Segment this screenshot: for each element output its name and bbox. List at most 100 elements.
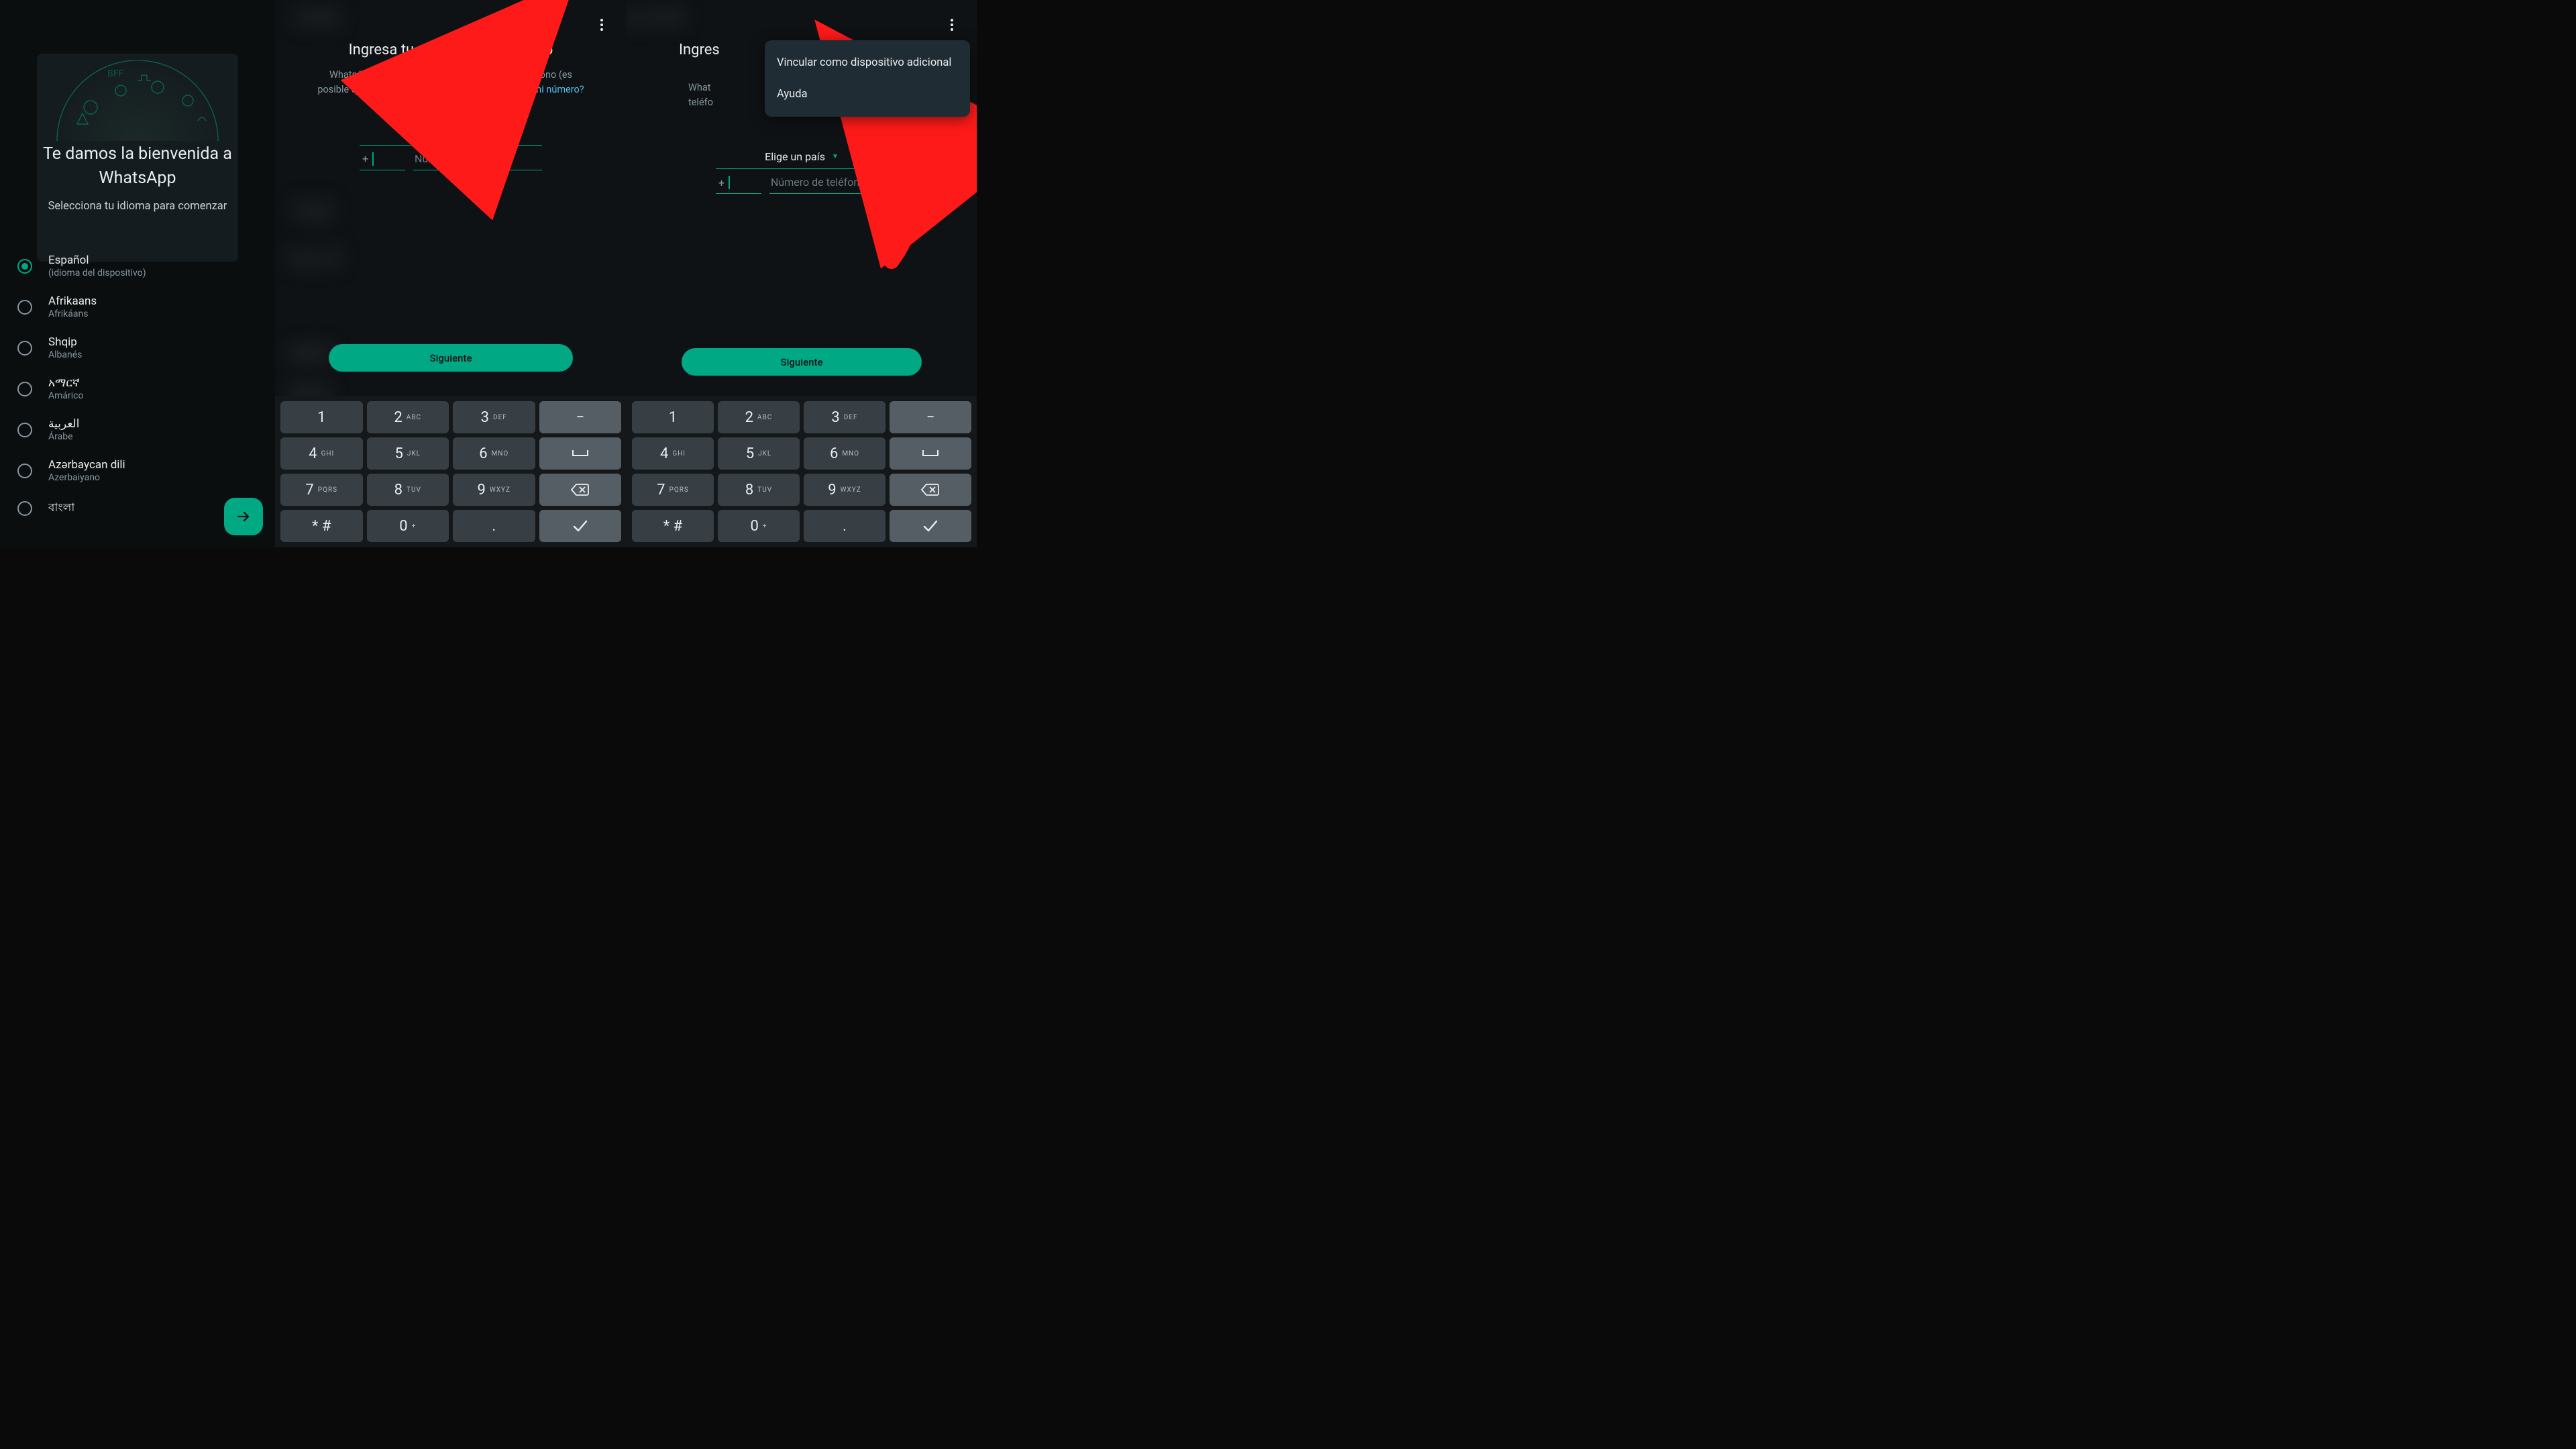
key-−[interactable]: − [539,401,622,433]
language-name: አማርኛ [48,376,84,390]
backspace-key[interactable] [890,474,971,506]
more-dot-icon [951,23,953,26]
key-* #[interactable]: * # [280,510,363,542]
key-7[interactable]: 7PQRS [632,474,714,506]
more-options-button[interactable] [943,16,961,34]
key-digit: 8 [394,482,402,498]
key-9[interactable]: 9 WXYZ [804,474,885,506]
language-option[interactable]: AfrikaansAfrikáans [0,288,275,329]
key-5[interactable]: 5JKL [718,437,800,470]
key-letters: TUV [407,486,421,494]
key-letters: DEF [844,414,858,421]
welcome-title: Te damos la bienvenida a WhatsApp [0,142,275,191]
key-digit: 3 [831,409,839,426]
next-button-label: Siguiente [430,352,472,364]
key-2[interactable]: 2 ABC [718,401,800,433]
check-key[interactable] [890,510,971,542]
key-letters: ABC [757,414,772,421]
language-native: Albanés [48,350,82,360]
key-letters: + [763,523,767,530]
language-option[interactable]: Español(idioma del dispositivo) [0,247,275,288]
key-letters: GHI [321,450,335,458]
key-3[interactable]: 3DEF [453,401,535,433]
key-letters: WXYZ [841,486,861,494]
key-.[interactable]: . [804,510,885,542]
key-.[interactable]: . [453,510,535,542]
key-0[interactable]: 0+ [718,510,800,542]
more-dot-icon [951,19,953,21]
key-8[interactable]: 8 TUV [367,474,449,506]
key-digit: 2 [394,409,402,426]
key-digit: − [576,409,584,426]
space-key[interactable] [890,437,971,470]
key-letters: TUV [757,486,772,494]
language-name: Azərbaycan dili [48,458,125,472]
page-title-partial: Ingres [627,42,720,58]
key-digit: 5 [746,445,754,462]
whatsapp-doodle-illustration: BFF [50,60,225,141]
space-icon [572,449,589,458]
arrow-right-icon [235,508,252,525]
language-name: Shqip [48,335,82,349]
key-letters: PQRS [318,486,337,494]
key-letters: GHI [672,450,686,458]
key-3[interactable]: 3 DEF [804,401,885,433]
language-option[interactable]: العربيةÁrabe [0,411,275,451]
radio-icon [17,464,32,478]
language-name: Español [48,254,146,267]
welcome-subtitle: Selecciona tu idioma para comenzar [0,200,275,213]
key-digit: 4 [309,445,317,462]
key-7[interactable]: 7PQRS [280,474,363,506]
language-name: বাংলা [48,499,74,518]
language-native: Amárico [48,390,84,401]
key-digit: . [492,518,496,535]
menu-item-link-device[interactable]: Vincular como dispositivo adicional [765,47,970,78]
radio-icon [17,259,32,274]
next-fab-button[interactable] [224,498,263,535]
key-digit: 4 [660,445,668,462]
key-2[interactable]: 2 ABC [367,401,449,433]
next-button-label: Siguiente [781,356,823,368]
enter-phone-screen: ona ñol na d aan ans p Ingresa tu n úmer… [275,0,627,547]
numeric-keypad: 1 2 ABC 3 DEF − 4 GHI 5JKL6MNO 7PQRS8TUV 9 WXYZ * #0… [627,396,977,547]
next-button[interactable]: Siguiente [329,344,573,372]
key-9[interactable]: 9WXYZ [453,474,535,506]
key-digit: 7 [657,482,665,498]
welcome-title-line2: WhatsApp [99,168,176,188]
radio-icon [17,341,32,356]
language-native: Afrikáans [48,309,97,319]
space-key[interactable] [539,437,622,470]
key-5[interactable]: 5JKL [367,437,449,470]
key-digit: 9 [477,482,485,498]
next-button[interactable]: Siguiente [682,348,922,376]
key-digit: 1 [669,409,677,426]
language-option[interactable]: Azərbaycan diliAzerbaiyano [0,451,275,492]
check-key[interactable] [539,510,622,542]
key-* #[interactable]: * # [632,510,714,542]
options-menu: Vincular como dispositivo adicional Ayud… [765,40,970,117]
key-4[interactable]: 4 GHI [632,437,714,470]
key-1[interactable]: 1 [280,401,363,433]
key-digit: 3 [481,409,489,426]
key-letters: ABC [407,414,421,421]
language-option[interactable]: አማርኛAmárico [0,370,275,411]
key-digit: . [843,518,847,535]
menu-item-help[interactable]: Ayuda [765,78,970,110]
key-digit: 2 [745,409,753,426]
language-name: Afrikaans [48,294,97,308]
key-digit: 6 [830,445,838,462]
key-digit: 6 [479,445,487,462]
key-−[interactable]: − [890,401,971,433]
key-4[interactable]: 4 GHI [280,437,363,470]
key-digit: 9 [828,482,836,498]
key-0[interactable]: 0+ [367,510,449,542]
key-8[interactable]: 8TUV [718,474,800,506]
svg-text:BFF: BFF [107,68,123,79]
key-1[interactable]: 1 [632,401,714,433]
key-6[interactable]: 6MNO [453,437,535,470]
language-native: (idioma del dispositivo) [48,268,146,278]
language-native: Azerbaiyano [48,472,125,483]
backspace-key[interactable] [539,474,622,506]
key-6[interactable]: 6MNO [804,437,885,470]
language-option[interactable]: ShqipAlbanés [0,329,275,370]
